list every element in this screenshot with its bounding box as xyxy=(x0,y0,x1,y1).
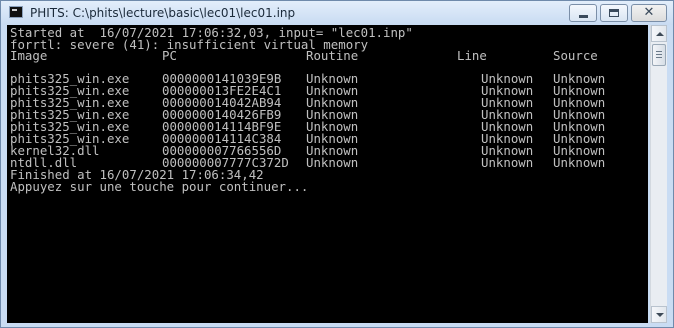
minimize-icon xyxy=(579,15,588,18)
console-output[interactable]: Started at 16/07/2021 17:06:32,03, input… xyxy=(7,25,648,323)
vertical-scrollbar[interactable] xyxy=(650,25,667,323)
header-source: Source xyxy=(553,48,598,63)
maximize-button[interactable] xyxy=(600,4,628,22)
console-icon[interactable] xyxy=(9,6,23,18)
close-button[interactable]: ✕ xyxy=(631,4,667,22)
prompt-line: Appuyez sur une touche pour continuer... xyxy=(10,179,309,194)
header-routine: Routine xyxy=(306,48,359,63)
traceback-line-cell: Unknown xyxy=(481,155,534,170)
scroll-down-button[interactable] xyxy=(651,306,667,323)
scroll-up-button[interactable] xyxy=(651,25,667,42)
minimize-button[interactable] xyxy=(569,4,597,22)
arrow-down-icon xyxy=(656,313,664,317)
header-pc: PC xyxy=(162,48,177,63)
arrow-up-icon xyxy=(656,32,664,36)
header-image: Image xyxy=(10,48,48,63)
traceback-routine-cell: Unknown xyxy=(306,155,359,170)
traceback-source-cell: Unknown xyxy=(553,155,606,170)
header-line: Line xyxy=(457,48,487,63)
maximize-icon xyxy=(609,9,619,17)
title-bar[interactable]: PHITS: C:\phits\lecture\basic\lec01\lec0… xyxy=(1,1,673,25)
console-window: PHITS: C:\phits\lecture\basic\lec01\lec0… xyxy=(0,0,674,328)
window-title: PHITS: C:\phits\lecture\basic\lec01\lec0… xyxy=(30,6,296,20)
scroll-thumb[interactable] xyxy=(652,44,666,66)
close-icon: ✕ xyxy=(643,5,655,20)
